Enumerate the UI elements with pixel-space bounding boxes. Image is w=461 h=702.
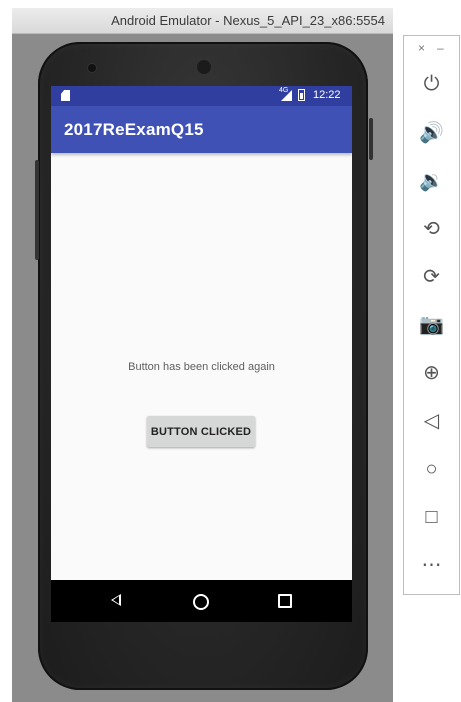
volume-up-icon[interactable]: 🔊 <box>404 118 459 148</box>
window-title: Android Emulator - Nexus_5_API_23_x86:55… <box>12 8 393 34</box>
app-title: 2017ReExamQ15 <box>64 120 204 139</box>
home-icon[interactable] <box>193 594 209 610</box>
emulator-toolbar: ×– ⏻ 🔊 🔉 ⟲ ⟳ 📷 ⊕ ◁ ○ □ ⋯ <box>403 35 460 595</box>
proximity-sensor <box>88 64 96 72</box>
back-icon[interactable]: ◁ <box>404 406 459 436</box>
status-bar: 4G 12:22 <box>51 86 352 106</box>
zoom-icon[interactable]: ⊕ <box>404 358 459 388</box>
power-icon[interactable]: ⏻ <box>404 69 459 99</box>
power-key <box>35 160 39 260</box>
more-icon[interactable]: ⋯ <box>404 550 459 580</box>
sd-card-icon <box>61 90 70 101</box>
clicked-button[interactable]: BUTTON CLICKED <box>147 416 255 447</box>
volume-key <box>369 118 373 160</box>
rotate-right-icon[interactable]: ⟳ <box>404 262 459 292</box>
overview-icon[interactable]: □ <box>404 502 459 532</box>
navigation-bar <box>51 580 352 622</box>
toolbar-window-controls: ×– <box>418 41 456 55</box>
status-clock: 12:22 <box>313 89 341 101</box>
volume-down-icon[interactable]: 🔉 <box>404 166 459 196</box>
back-icon[interactable] <box>111 594 121 606</box>
rotate-left-icon[interactable]: ⟲ <box>404 214 459 244</box>
recents-icon[interactable] <box>278 594 292 608</box>
app-bar: 2017ReExamQ15 <box>51 106 352 153</box>
close-icon[interactable]: × <box>418 41 437 55</box>
click-message: Button has been clicked again <box>128 361 275 373</box>
camera-icon[interactable]: 📷 <box>404 310 459 340</box>
home-icon[interactable]: ○ <box>404 454 459 484</box>
device-screen: 4G 12:22 2017ReExamQ15 Button has been c… <box>51 86 352 622</box>
minimize-icon[interactable]: – <box>437 41 456 55</box>
front-camera <box>197 60 211 74</box>
signal-icon <box>281 90 292 101</box>
battery-icon <box>298 89 305 101</box>
